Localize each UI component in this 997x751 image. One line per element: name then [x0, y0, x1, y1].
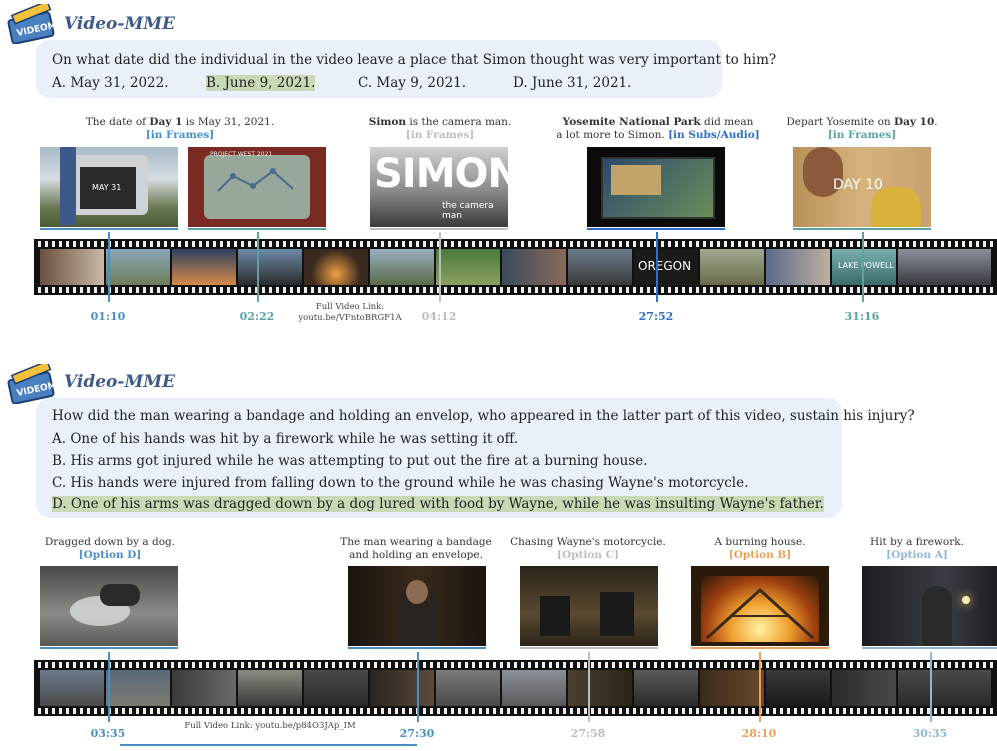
frame-motorcycle: [520, 566, 658, 646]
panel2-caption-house: A burning house. [Option B]: [714, 536, 806, 561]
panel1-caption-day10: Depart Yosemite on Day 10. [in Frames]: [786, 116, 938, 141]
panel2-film-strip: [34, 660, 997, 716]
panel1-title: Video-MME: [64, 14, 176, 34]
day10-text: DAY 10: [833, 177, 883, 193]
video-mme-logo-icon: VIDEOMME: [7, 4, 56, 44]
panel1-question: On what date did the individual in the v…: [52, 52, 777, 68]
panel2-time-2: 27:30: [399, 727, 435, 740]
panel2-option-c: C. His hands were injured from falling d…: [52, 475, 749, 491]
panel1-time-1: 01:10: [90, 310, 126, 323]
panel2-option-d: D. One of his arms was dragged down by a…: [52, 496, 824, 512]
camera-man-text: the camera man: [442, 201, 494, 221]
panel2-time-4: 28:10: [741, 727, 777, 740]
panel2-question: How did the man wearing a bandage and ho…: [52, 408, 915, 424]
panel1-option-c: C. May 9, 2021.: [358, 75, 467, 91]
panel2-option-a: A. One of his hands was hit by a firewor…: [52, 431, 519, 447]
panel1-caption-yosemite: Yosemite National Park did mean a lot mo…: [556, 116, 760, 141]
frame-laptop: [587, 147, 725, 227]
panel2-time-3: 27:58: [570, 727, 606, 740]
panel2-caption-dog: Dragged down by a dog. [Option D]: [44, 536, 176, 561]
simon-text: SIMON: [374, 151, 508, 197]
may-text: MAY 31: [92, 183, 122, 192]
panel1-time-2: 02:22: [239, 310, 275, 323]
panel1-video-link[interactable]: Full Video Link: youtu.be/VFntoBRGF1A: [290, 302, 410, 324]
panel1-caption-day1: The date of Day 1 is May 31, 2021. [in F…: [85, 116, 275, 141]
panel2-caption-motorcycle: Chasing Wayne's motorcycle. [Option C]: [510, 536, 666, 561]
panel1-time-5: 31:16: [844, 310, 880, 323]
panel2-range-bracket: [120, 744, 417, 746]
panel1-option-b: B. June 9, 2021.: [206, 75, 316, 91]
frame-firework: [862, 566, 997, 646]
frame-dog: [40, 566, 178, 646]
panel2-caption-bandage: The man wearing a bandage and holding an…: [340, 536, 492, 561]
frame-bandage: [348, 566, 486, 646]
panel2-video-link[interactable]: Full Video Link: youtu.be/p84O3JAp_IM: [170, 721, 370, 732]
panel2-caption-firework: Hit by a firework. [Option A]: [870, 536, 964, 561]
project-west-text: PROJECT WEST 2021: [210, 151, 273, 158]
frame-day10: DAY 10: [793, 147, 931, 227]
panel2-time-5: 30:35: [912, 727, 948, 740]
oregon-text: OREGON: [638, 259, 692, 273]
frame-car-day1: MAY 31: [40, 147, 178, 227]
panel2-title: Video-MME: [64, 372, 176, 392]
frame-simon: SIMON the camera man: [370, 147, 508, 227]
lake-powell-text: LAKE POWELL: [838, 261, 894, 270]
panel2-time-1: 03:35: [90, 727, 126, 740]
panel1-time-4: 27:52: [638, 310, 674, 323]
panel1-caption-simon: Simon is the camera man. [in Frames]: [368, 116, 512, 141]
panel1-option-a: A. May 31, 2022.: [52, 75, 169, 91]
frame-map: PROJECT WEST 2021: [188, 147, 326, 227]
panel1-film-strip: OREGON LAKE POWELL: [34, 239, 997, 295]
panel2-option-b: B. His arms got injured while he was att…: [52, 453, 648, 469]
panel1-time-3: 04:12: [421, 310, 457, 323]
frame-burning-house: [691, 566, 829, 646]
panel1-option-d: D. June 31, 2021.: [513, 75, 632, 91]
